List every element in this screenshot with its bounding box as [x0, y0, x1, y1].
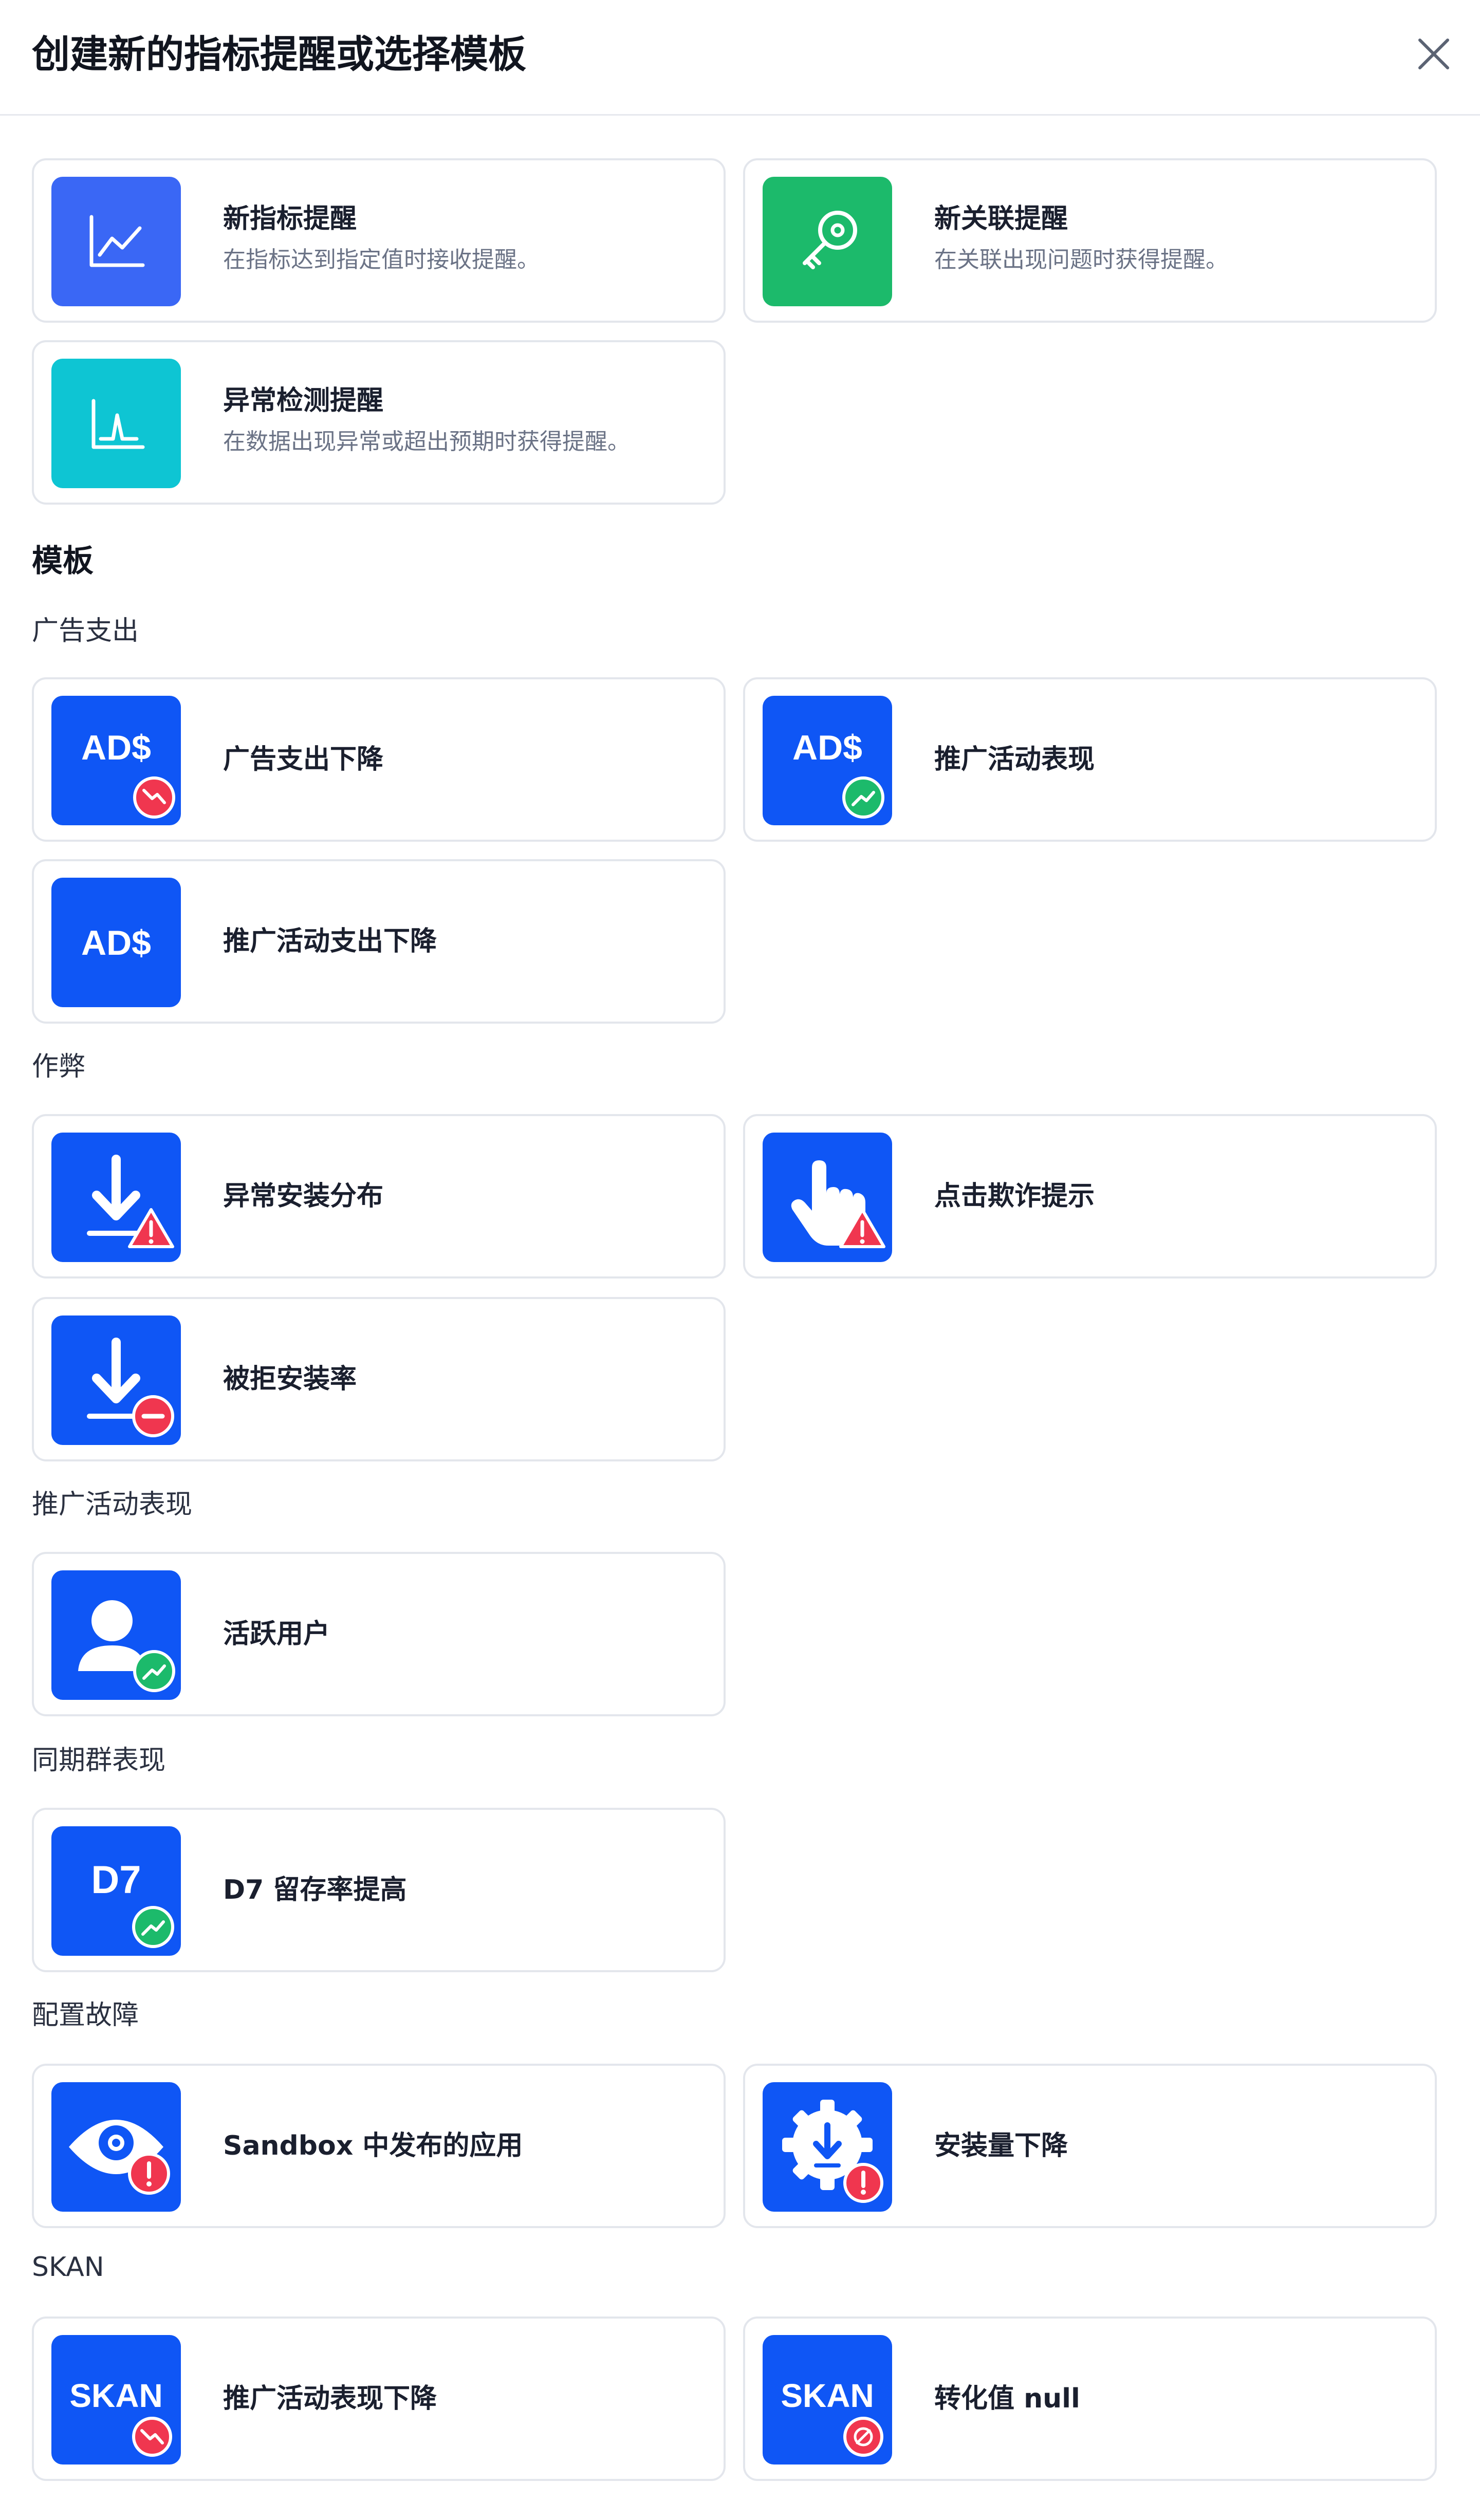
card-title: 推广活动表现下降	[223, 2383, 437, 2414]
download-icon	[51, 1315, 181, 1445]
card-title: 推广活动支出下降	[223, 926, 437, 957]
templates-heading: 模板	[32, 543, 94, 579]
dialog-title: 创建新的指标提醒或选择模板	[32, 32, 526, 77]
card-title: 新指标提醒	[223, 203, 357, 234]
category-skan: SKAN	[32, 2252, 104, 2283]
card-title: 点击欺诈提示	[934, 1181, 1095, 1212]
download-icon	[51, 1133, 181, 1262]
card-title: 被拒安装率	[223, 1364, 357, 1395]
category-cohort-performance: 同期群表现	[32, 1745, 166, 1776]
card-description: 在指标达到指定值时接收提醒。	[223, 247, 540, 273]
template-active-users[interactable]: 活跃用户	[32, 1552, 726, 1716]
card-title: 广告支出下降	[223, 744, 384, 775]
svg-text:D7: D7	[91, 1858, 141, 1902]
eye-gear-icon	[51, 2082, 181, 2212]
card-description: 在数据出现异常或超出预期时获得提醒。	[223, 429, 630, 455]
template-campaign-performance-drop[interactable]: SKAN 推广活动表现下降	[32, 2317, 726, 2481]
category-campaign-performance: 推广活动表现	[32, 1489, 193, 1520]
hand-pointer-icon	[763, 1133, 892, 1262]
card-title: D7 留存率提高	[223, 1875, 407, 1905]
template-abnormal-install-distribution[interactable]: 异常安装分布	[32, 1114, 726, 1278]
template-ad-spend-drop[interactable]: AD$ 广告支出下降	[32, 677, 726, 842]
line-chart-icon	[51, 177, 181, 306]
close-icon[interactable]	[1416, 36, 1452, 72]
category-ad-spend: 广告支出	[32, 616, 139, 646]
user-icon	[51, 1570, 181, 1700]
svg-text:AD$: AD$	[792, 728, 862, 767]
template-install-drop[interactable]: 安装量下降	[743, 2064, 1437, 2228]
card-title: 异常检测提醒	[223, 385, 384, 416]
ads-tile: AD$	[763, 696, 892, 825]
svg-text:AD$: AD$	[81, 923, 151, 962]
ads-tile-text: AD$	[81, 728, 151, 767]
card-title: 新关联提醒	[934, 203, 1068, 234]
ads-tile: AD$	[51, 878, 181, 1007]
new-connection-alert-card[interactable]: 新关联提醒 在关联出现问题时获得提醒。	[743, 158, 1437, 323]
new-metric-alert-card[interactable]: 新指标提醒 在指标达到指定值时接收提醒。	[32, 158, 726, 323]
skan-tile: SKAN	[763, 2335, 892, 2465]
card-description: 在关联出现问题时获得提醒。	[934, 247, 1228, 273]
card-title: Sandbox 中发布的应用	[223, 2130, 523, 2161]
card-title: 活跃用户	[223, 1619, 330, 1650]
svg-text:SKAN: SKAN	[69, 2377, 162, 2414]
d7-tile: D7	[51, 1826, 181, 1956]
dialog-header: 创建新的指标提醒或选择模板	[0, 0, 1480, 116]
template-app-published-in-sandbox[interactable]: Sandbox 中发布的应用	[32, 2064, 726, 2228]
card-title: 安装量下降	[934, 2130, 1068, 2161]
key-icon	[763, 177, 892, 306]
template-campaign-spend-drop[interactable]: AD$ 推广活动支出下降	[32, 859, 726, 1024]
card-title: 推广活动表现	[934, 744, 1095, 775]
template-conversion-value-null[interactable]: SKAN 转化值 null	[743, 2317, 1437, 2481]
card-title: 转化值 null	[934, 2383, 1080, 2414]
anomaly-alert-card[interactable]: 异常检测提醒 在数据出现异常或超出预期时获得提醒。	[32, 340, 726, 505]
skan-tile: SKAN	[51, 2335, 181, 2465]
template-click-fraud[interactable]: 点击欺诈提示	[743, 1114, 1437, 1278]
svg-text:SKAN: SKAN	[781, 2377, 874, 2414]
category-config-failure: 配置故障	[32, 2000, 139, 2031]
template-campaign-performance[interactable]: AD$ 推广活动表现	[743, 677, 1437, 842]
template-rejected-install-rate[interactable]: 被拒安装率	[32, 1297, 726, 1461]
card-title: 异常安装分布	[223, 1181, 384, 1212]
category-fraud: 作弊	[32, 1051, 86, 1082]
ads-tile: AD$	[51, 696, 181, 825]
template-d7-retention-increase[interactable]: D7 D7 留存率提高	[32, 1808, 726, 1972]
anomaly-chart-icon	[51, 359, 181, 488]
gear-download-icon	[763, 2082, 892, 2212]
